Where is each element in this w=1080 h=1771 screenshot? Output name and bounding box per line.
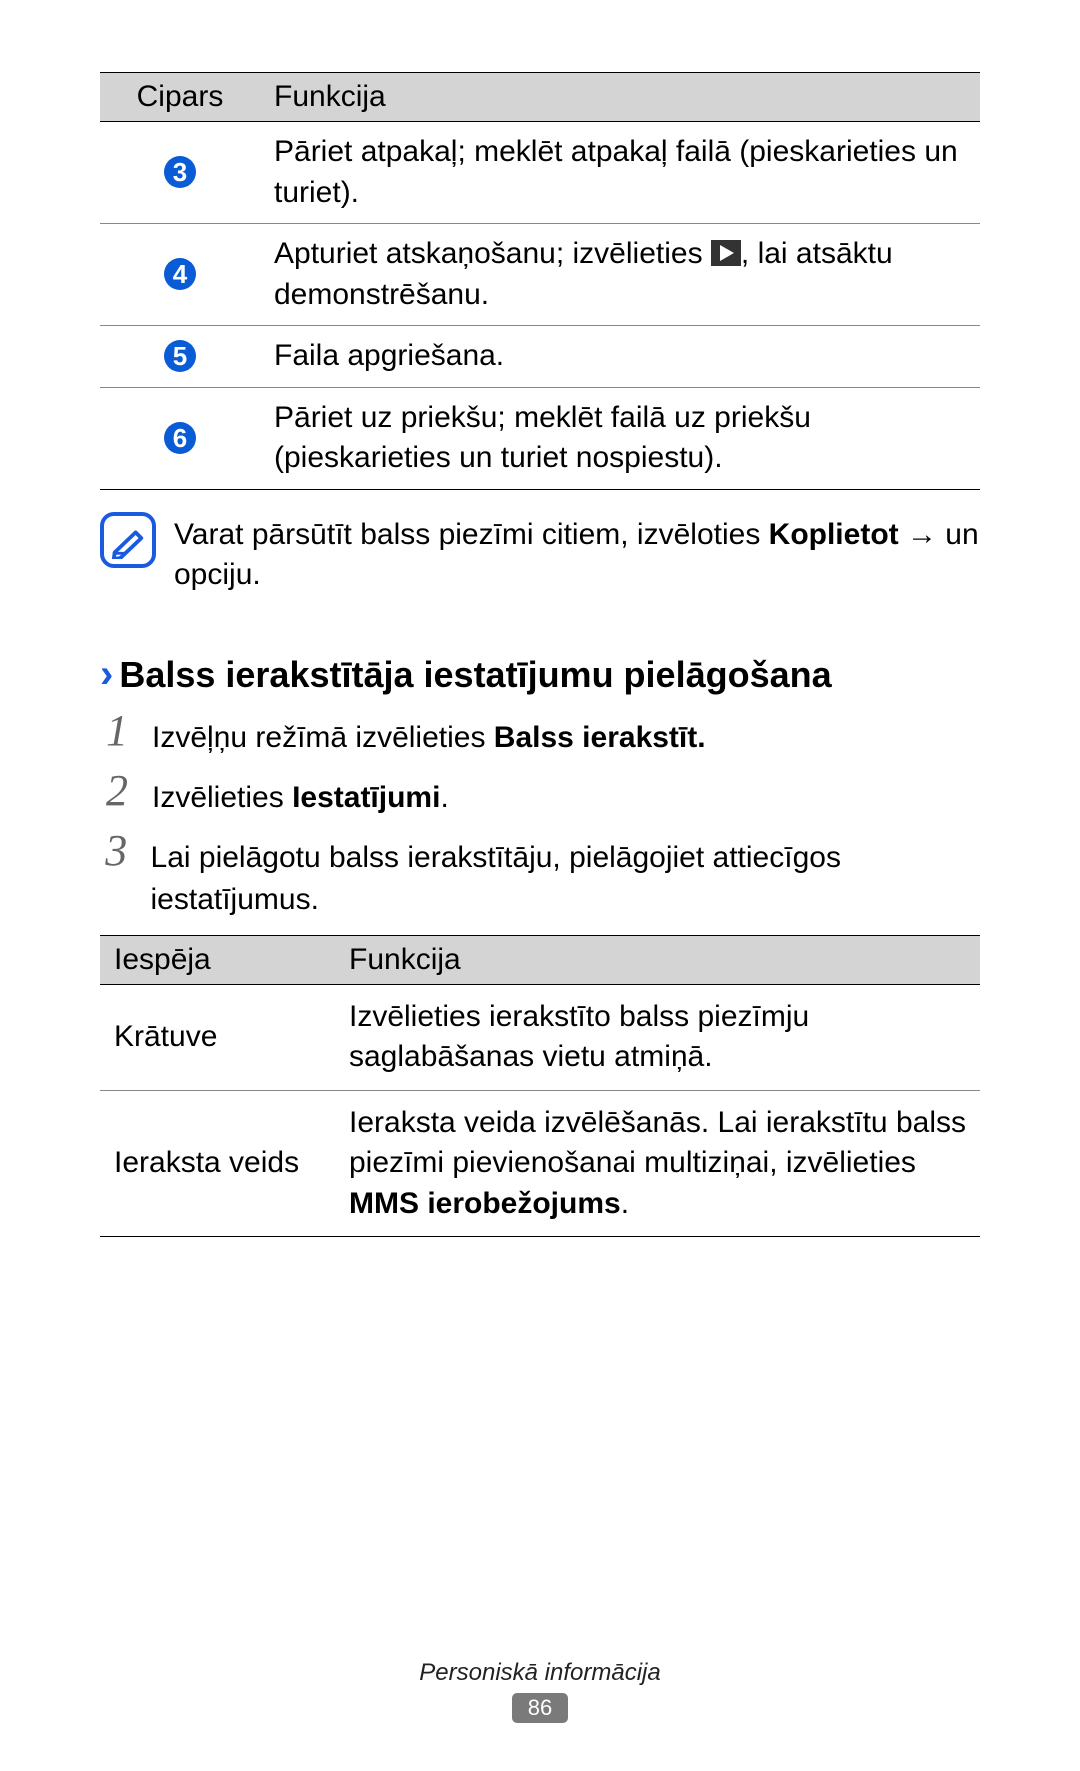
- table1-cell: Faila apgriešana.: [260, 326, 980, 388]
- table1-cell: Apturiet atskaņošanu; izvēlieties , lai …: [260, 224, 980, 326]
- table2-header-func: Funkcija: [335, 935, 980, 984]
- table-row: 6 Pāriet uz priekšu; meklēt failā uz pri…: [100, 387, 980, 489]
- section-title: Balss ierakstītāja iestatījumu pielāgoša…: [119, 654, 831, 696]
- option-name: Krātuve: [100, 984, 335, 1090]
- table-row: Ieraksta veids Ieraksta veida izvēlēšanā…: [100, 1090, 980, 1237]
- page-footer: Personiskā informācija 86: [0, 1659, 1080, 1723]
- step-text: Izvēļņu režīmā izvēlieties Balss ierakst…: [152, 709, 706, 759]
- step-number: 3: [100, 829, 133, 873]
- table-row: Krātuve Izvēlieties ierakstīto balss pie…: [100, 984, 980, 1090]
- footer-section-label: Personiskā informācija: [0, 1659, 1080, 1687]
- number-badge: 3: [164, 156, 196, 188]
- steps-list: 1 Izvēļņu režīmā izvēlieties Balss ierak…: [100, 709, 980, 921]
- table-row: 5 Faila apgriešana.: [100, 326, 980, 388]
- note-icon: [100, 512, 156, 568]
- number-badge: 5: [164, 340, 196, 372]
- options-table: Iespēja Funkcija Krātuve Izvēlieties ier…: [100, 935, 980, 1238]
- option-desc: Izvēlieties ierakstīto balss piezīmju sa…: [335, 984, 980, 1090]
- functions-table: Cipars Funkcija 3 Pāriet atpakaļ; meklēt…: [100, 72, 980, 490]
- table1-cell: Pāriet atpakaļ; meklēt atpakaļ failā (pi…: [260, 122, 980, 224]
- table1-header-num: Cipars: [100, 73, 260, 122]
- note: Varat pārsūtīt balss piezīmi citiem, izv…: [100, 512, 980, 596]
- list-item: 3 Lai pielāgotu balss ierakstītāju, piel…: [100, 829, 980, 921]
- step-text: Izvēlieties Iestatījumi.: [152, 769, 449, 819]
- option-name: Ieraksta veids: [100, 1090, 335, 1237]
- option-desc: Ieraksta veida izvēlēšanās. Lai ierakstī…: [335, 1090, 980, 1237]
- number-badge: 6: [164, 422, 196, 454]
- list-item: 2 Izvēlieties Iestatījumi.: [100, 769, 980, 819]
- table-row: 4 Apturiet atskaņošanu; izvēlieties , la…: [100, 224, 980, 326]
- table2-header-opt: Iespēja: [100, 935, 335, 984]
- play-icon: [711, 240, 741, 266]
- table1-header-func: Funkcija: [260, 73, 980, 122]
- note-text: Varat pārsūtīt balss piezīmi citiem, izv…: [174, 512, 980, 596]
- page-number: 86: [512, 1693, 568, 1723]
- list-item: 1 Izvēļņu režīmā izvēlieties Balss ierak…: [100, 709, 980, 759]
- step-number: 1: [100, 709, 134, 753]
- step-text: Lai pielāgotu balss ierakstītāju, pielāg…: [151, 829, 980, 921]
- table1-cell: Pāriet uz priekšu; meklēt failā uz priek…: [260, 387, 980, 489]
- table-row: 3 Pāriet atpakaļ; meklēt atpakaļ failā (…: [100, 122, 980, 224]
- section-heading: › Balss ierakstītāja iestatījumu pielāgo…: [100, 652, 980, 697]
- step-number: 2: [100, 769, 134, 813]
- chevron-right-icon: ›: [100, 652, 113, 697]
- number-badge: 4: [164, 258, 196, 290]
